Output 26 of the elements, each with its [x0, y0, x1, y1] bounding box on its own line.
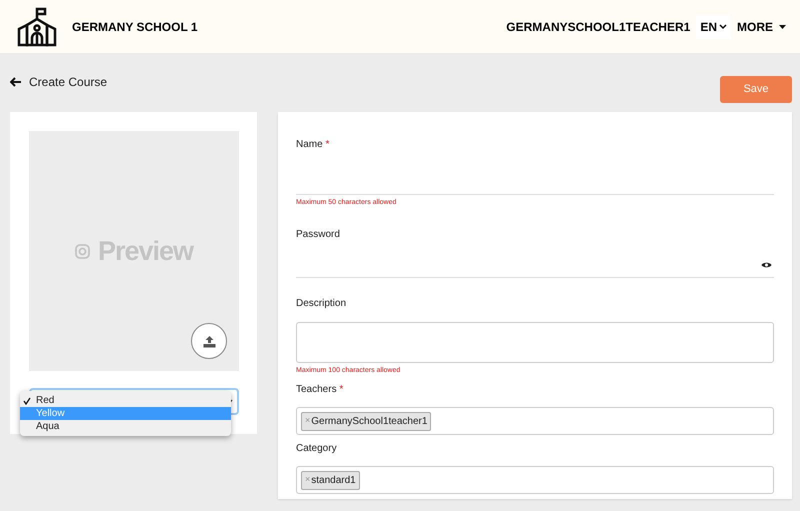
page-title: Create Course [29, 74, 108, 90]
school-name: GERMANY SCHOOL 1 [72, 18, 198, 36]
more-menu[interactable]: MORE [737, 18, 786, 36]
camera-icon [74, 244, 90, 258]
description-field[interactable] [296, 322, 774, 362]
dropdown-option[interactable]: Aqua [20, 420, 231, 433]
language-selector[interactable]: EN [696, 14, 731, 38]
tags-field[interactable]: ×GermanySchool1teacher1 [296, 407, 774, 435]
checkmark-icon [23, 396, 31, 404]
field-label: Name * [296, 139, 330, 150]
tag-label: standard1 [311, 474, 356, 488]
school-icon [17, 6, 57, 46]
field-label: Teachers * [296, 384, 344, 395]
tags-field[interactable]: ×standard1 [296, 466, 774, 494]
chevron-icon [719, 24, 727, 30]
eye-icon[interactable] [761, 261, 772, 269]
tag-label: GermanySchool1teacher1 [311, 414, 428, 428]
field-label: Password [296, 228, 340, 240]
field-label: Description [296, 298, 346, 308]
caret-icon [779, 24, 786, 28]
field-label: Category [296, 443, 337, 454]
dropdown-option[interactable]: Red [20, 394, 231, 407]
user-name[interactable]: GERMANYSCHOOL1TEACHER1 [506, 18, 690, 36]
back-arrow-icon[interactable] [10, 76, 21, 86]
upload-button[interactable] [191, 323, 227, 359]
upload-icon [202, 334, 216, 348]
